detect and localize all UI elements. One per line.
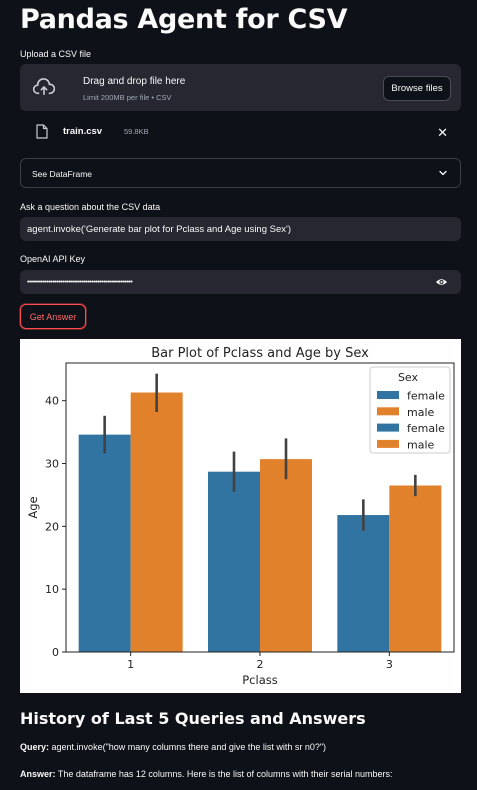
y-tick-label-40: 40 (45, 395, 59, 408)
x-tick-label-3: 3 (386, 658, 393, 671)
y-tick-label-10: 10 (45, 583, 59, 596)
bar-female-2 (208, 471, 260, 652)
x-axis-label: Pclass (242, 673, 277, 687)
page-title: Pandas Agent for CSV (20, 4, 348, 35)
see-dataframe-expander[interactable]: See DataFrame (20, 158, 461, 188)
legend-title: Sex (398, 371, 419, 384)
file-icon (36, 124, 48, 139)
bar-male-3 (389, 485, 442, 652)
bar-chart: Bar Plot of Pclass and Age by Sex 1 2 3 0 10 2… (20, 339, 461, 693)
legend-label-female: female (407, 422, 445, 435)
file-size: 59.8KB (124, 127, 149, 136)
get-answer-button[interactable]: Get Answer (20, 304, 86, 329)
y-tick-label-20: 20 (45, 520, 59, 533)
uploaded-file: train.csv 59.8KB ✕ (20, 122, 461, 142)
history-title: History of Last 5 Queries and Answers (20, 709, 366, 728)
legend-label-male: male (407, 406, 435, 419)
query-label: Query: (20, 742, 50, 752)
file-name: train.csv (63, 126, 103, 137)
chevron-down-icon (439, 170, 447, 176)
expander-label: See DataFrame (32, 169, 92, 179)
y-tick-label-0: 0 (52, 646, 59, 659)
bar-female-1 (78, 434, 131, 652)
history-answer: Answer: The dataframe has 12 columns. He… (20, 769, 393, 779)
y-tick-label-30: 30 (45, 458, 59, 471)
bar-chart-svg: Bar Plot of Pclass and Age by Sex1 2 30102… (26, 346, 455, 687)
dropzone-limit: Limit 200MB per file • CSV (83, 93, 172, 102)
history-query: Query: agent.invoke("how many columns th… (20, 742, 326, 752)
cloud-upload-icon (33, 78, 55, 96)
chart-title: Bar Plot of Pclass and Age by Sex (151, 346, 369, 361)
y-axis-label: Age (26, 496, 40, 518)
api-key-input[interactable]: ••••••••••••••••••••••••••••••••••••••••… (20, 270, 461, 294)
api-key-label: OpenAI API Key (20, 254, 86, 264)
query-text: agent.invoke("how many columns there and… (51, 742, 327, 752)
legend-swatch-male (377, 407, 399, 416)
question-label: Ask a question about the CSV data (20, 202, 161, 212)
eye-icon[interactable] (435, 277, 448, 287)
upload-label: Upload a CSV file (20, 49, 92, 59)
bar-male-1 (130, 392, 183, 652)
legend-label-female: female (407, 390, 445, 403)
remove-file-close-icon[interactable]: ✕ (437, 125, 448, 141)
answer-label: Answer: (20, 769, 56, 779)
question-input[interactable]: agent.invoke('Generate bar plot for Pcla… (20, 217, 461, 241)
legend-swatch-male (377, 439, 399, 448)
dropzone-instructions: Drag and drop file here (83, 76, 186, 87)
bar-male-2 (260, 459, 312, 652)
browse-files-button[interactable]: Browse files (383, 76, 451, 101)
legend-swatch-female (377, 423, 399, 432)
api-key-masked-value: ••••••••••••••••••••••••••••••••••••••••… (27, 278, 133, 286)
legend-swatch-female (377, 391, 399, 399)
answer-text: The dataframe has 12 columns. Here is th… (57, 769, 393, 779)
x-tick-label-2: 2 (257, 658, 264, 671)
bar-female-3 (337, 515, 390, 652)
legend-label-male: male (407, 438, 435, 451)
file-dropzone[interactable]: Drag and drop file here Limit 200MB per … (20, 64, 461, 111)
x-tick-label-1: 1 (127, 658, 134, 671)
